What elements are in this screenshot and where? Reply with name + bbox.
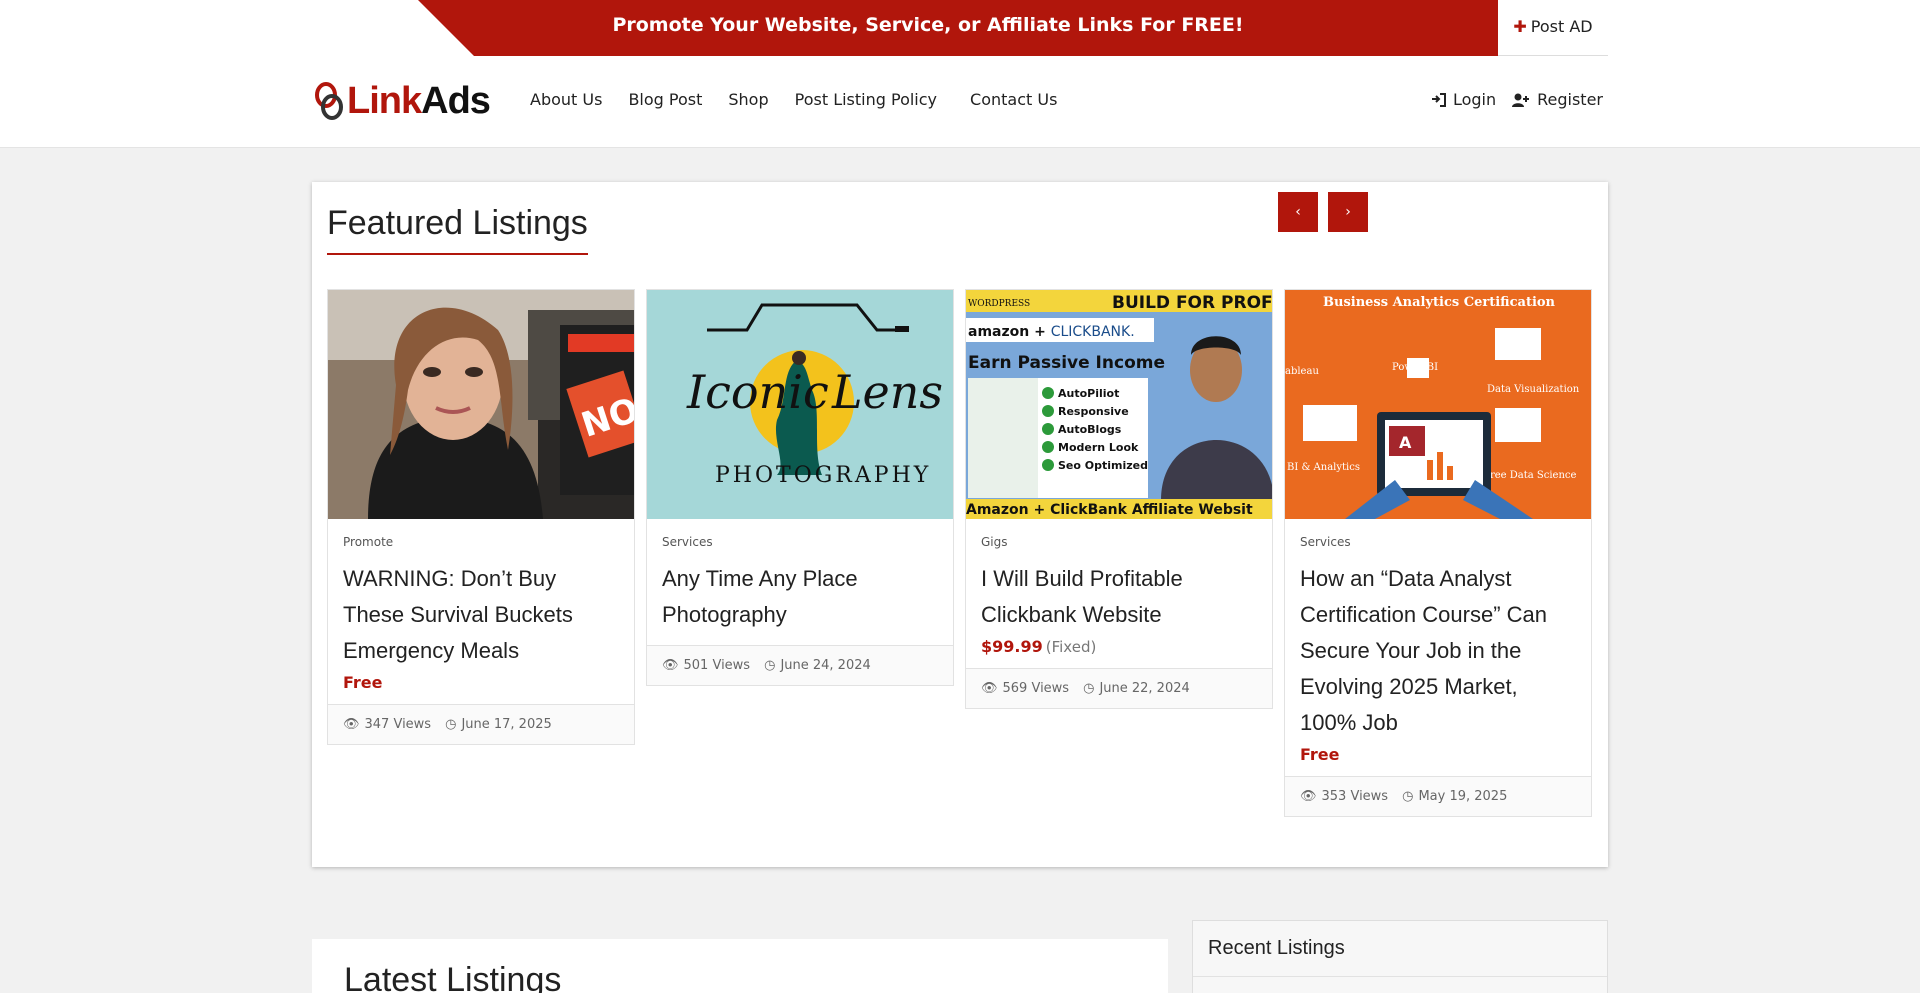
banner-top-right: BUILD FOR PROFI [1112, 293, 1272, 313]
carousel-prev-button[interactable]: ‹ [1278, 192, 1318, 232]
analytics-heading: Business Analytics Certification [1323, 295, 1556, 310]
listing-title[interactable]: WARNING: Don’t Buy These Survival Bucket… [343, 561, 619, 669]
logo-text-ads: Ads [421, 79, 491, 122]
banner-feature: Modern Look [1058, 441, 1139, 454]
nav-blog-post[interactable]: Blog Post [628, 90, 702, 109]
svg-text:amazon + CLICKBANK.: amazon + CLICKBANK. [968, 324, 1135, 340]
eye-icon: 👁 [1300, 789, 1317, 804]
listing-date: ◷ June 22, 2024 [1083, 681, 1190, 696]
latest-title: Latest Listings [344, 961, 562, 993]
latest-listings-section: Latest Listings [312, 939, 1168, 993]
views-count: 👁 347 Views [343, 717, 432, 732]
auth-links: Login Register [1431, 90, 1603, 109]
svg-text:A: A [1399, 433, 1412, 452]
chain-link-icon [315, 82, 343, 120]
banner-footer: Amazon + ClickBank Affiliate Websit [966, 502, 1253, 518]
listing-category[interactable]: Services [1300, 535, 1576, 549]
eye-icon: 👁 [343, 717, 360, 732]
banner-top-left: WORDPRESS [968, 299, 1030, 309]
main-nav: About Us Blog Post Shop Post Listing Pol… [530, 90, 1083, 109]
photography-arc: PHOTOGRAPHY [715, 463, 931, 488]
nav-about-us[interactable]: About Us [530, 90, 602, 109]
listing-title[interactable]: I Will Build Profitable Clickbank Websit… [981, 561, 1257, 633]
price-note: (Fixed) [1045, 638, 1097, 656]
analytics-label: Free Data Science [1483, 470, 1576, 481]
listing-image[interactable]: NO [328, 290, 634, 519]
featured-listings-section: Featured Listings ‹ › NO Promote WARNING… [312, 182, 1608, 867]
site-logo[interactable]: LinkAds [314, 78, 491, 124]
listing-date: ◷ June 24, 2024 [764, 658, 871, 673]
recent-title: Recent Listings [1193, 921, 1607, 977]
sign-in-icon [1431, 92, 1446, 107]
login-label: Login [1452, 90, 1497, 109]
listing-photo-clickbank: WORDPRESS BUILD FOR PROFI amazon + CLICK… [966, 290, 1272, 519]
listing-date: ◷ May 19, 2025 [1402, 789, 1508, 804]
featured-title: Featured Listings [327, 204, 588, 255]
logo-text-link: Link [347, 79, 422, 122]
clock-icon: ◷ [764, 658, 776, 673]
login-link[interactable]: Login [1431, 90, 1496, 109]
listing-card[interactable]: NO Promote WARNING: Don’t Buy These Surv… [327, 289, 635, 745]
banner-feature: Seo Optimized [1058, 459, 1148, 472]
banner-headline: Earn Passive Income [968, 353, 1165, 373]
listing-image[interactable]: WORDPRESS BUILD FOR PROFI amazon + CLICK… [966, 290, 1272, 519]
listing-title[interactable]: How an “Data Analyst Certification Cours… [1300, 561, 1576, 741]
clock-icon: ◷ [1083, 681, 1095, 696]
post-ad-label: Post AD [1530, 17, 1593, 36]
views-count: 👁 501 Views [662, 658, 751, 673]
nav-contact-us[interactable]: Contact Us [970, 90, 1057, 109]
carousel-next-button[interactable]: › [1328, 192, 1368, 232]
banner-brand-amazon: amazon + [968, 324, 1051, 340]
recent-listings-widget: Recent Listings [1192, 920, 1608, 993]
register-label: Register [1537, 90, 1603, 109]
banner-feature: AutoBlogs [1058, 423, 1122, 436]
user-plus-icon [1512, 93, 1530, 107]
banner-feature: AutoPiliot [1058, 387, 1119, 400]
nav-post-listing-policy[interactable]: Post Listing Policy [795, 90, 937, 109]
banner-brand-clickbank: CLICKBANK. [1051, 324, 1135, 340]
listing-title[interactable]: Any Time Any Place Photography [662, 561, 938, 633]
nav-shop[interactable]: Shop [728, 90, 768, 109]
listing-price: Free [1300, 745, 1340, 764]
eye-icon: 👁 [981, 681, 998, 696]
promo-right-spacer [1608, 0, 1920, 56]
listing-date: ◷ June 17, 2025 [445, 717, 552, 732]
price-amount: $99.99 [981, 637, 1043, 656]
register-link[interactable]: Register [1512, 90, 1603, 109]
analytics-label: ableau [1285, 366, 1319, 377]
post-ad-button[interactable]: ✚ Post AD [1498, 0, 1608, 56]
listing-photo-analytics: Business Analytics Certification Power B… [1285, 290, 1591, 519]
views-count: 👁 569 Views [981, 681, 1070, 696]
listing-image[interactable]: Iconic Lens PHOTOGRAPHY [647, 290, 953, 519]
listing-image[interactable]: Business Analytics Certification Power B… [1285, 290, 1591, 519]
listing-category[interactable]: Gigs [981, 535, 1257, 549]
clock-icon: ◷ [445, 717, 457, 732]
analytics-label: Power BI [1392, 362, 1438, 373]
listing-card[interactable]: Business Analytics Certification Power B… [1284, 289, 1592, 817]
views-count: 👁 353 Views [1300, 789, 1389, 804]
listing-price: Free [343, 673, 383, 692]
listing-price: $99.99 (Fixed) [981, 637, 1257, 656]
promo-text[interactable]: Promote Your Website, Service, or Affili… [418, 0, 1498, 56]
listing-category[interactable]: Services [662, 535, 938, 549]
lens-word: Lens [831, 365, 943, 419]
listing-photo-woman: NO [328, 290, 634, 519]
listing-category[interactable]: Promote [343, 535, 619, 549]
iconic-word: Iconic [686, 365, 829, 419]
listing-card[interactable]: WORDPRESS BUILD FOR PROFI amazon + CLICK… [965, 289, 1273, 709]
listing-photo-camera-logo: Iconic Lens PHOTOGRAPHY [647, 290, 953, 519]
banner-feature: Responsive [1058, 405, 1129, 418]
site-header: LinkAds About Us Blog Post Shop Post Lis… [0, 56, 1920, 148]
eye-icon: 👁 [662, 658, 679, 673]
listing-card[interactable]: Iconic Lens PHOTOGRAPHY Services Any Tim… [646, 289, 954, 686]
plus-icon: ✚ [1513, 17, 1527, 36]
clock-icon: ◷ [1402, 789, 1414, 804]
analytics-label: BI & Analytics [1287, 462, 1360, 473]
analytics-label: Data Visualization [1487, 384, 1580, 395]
